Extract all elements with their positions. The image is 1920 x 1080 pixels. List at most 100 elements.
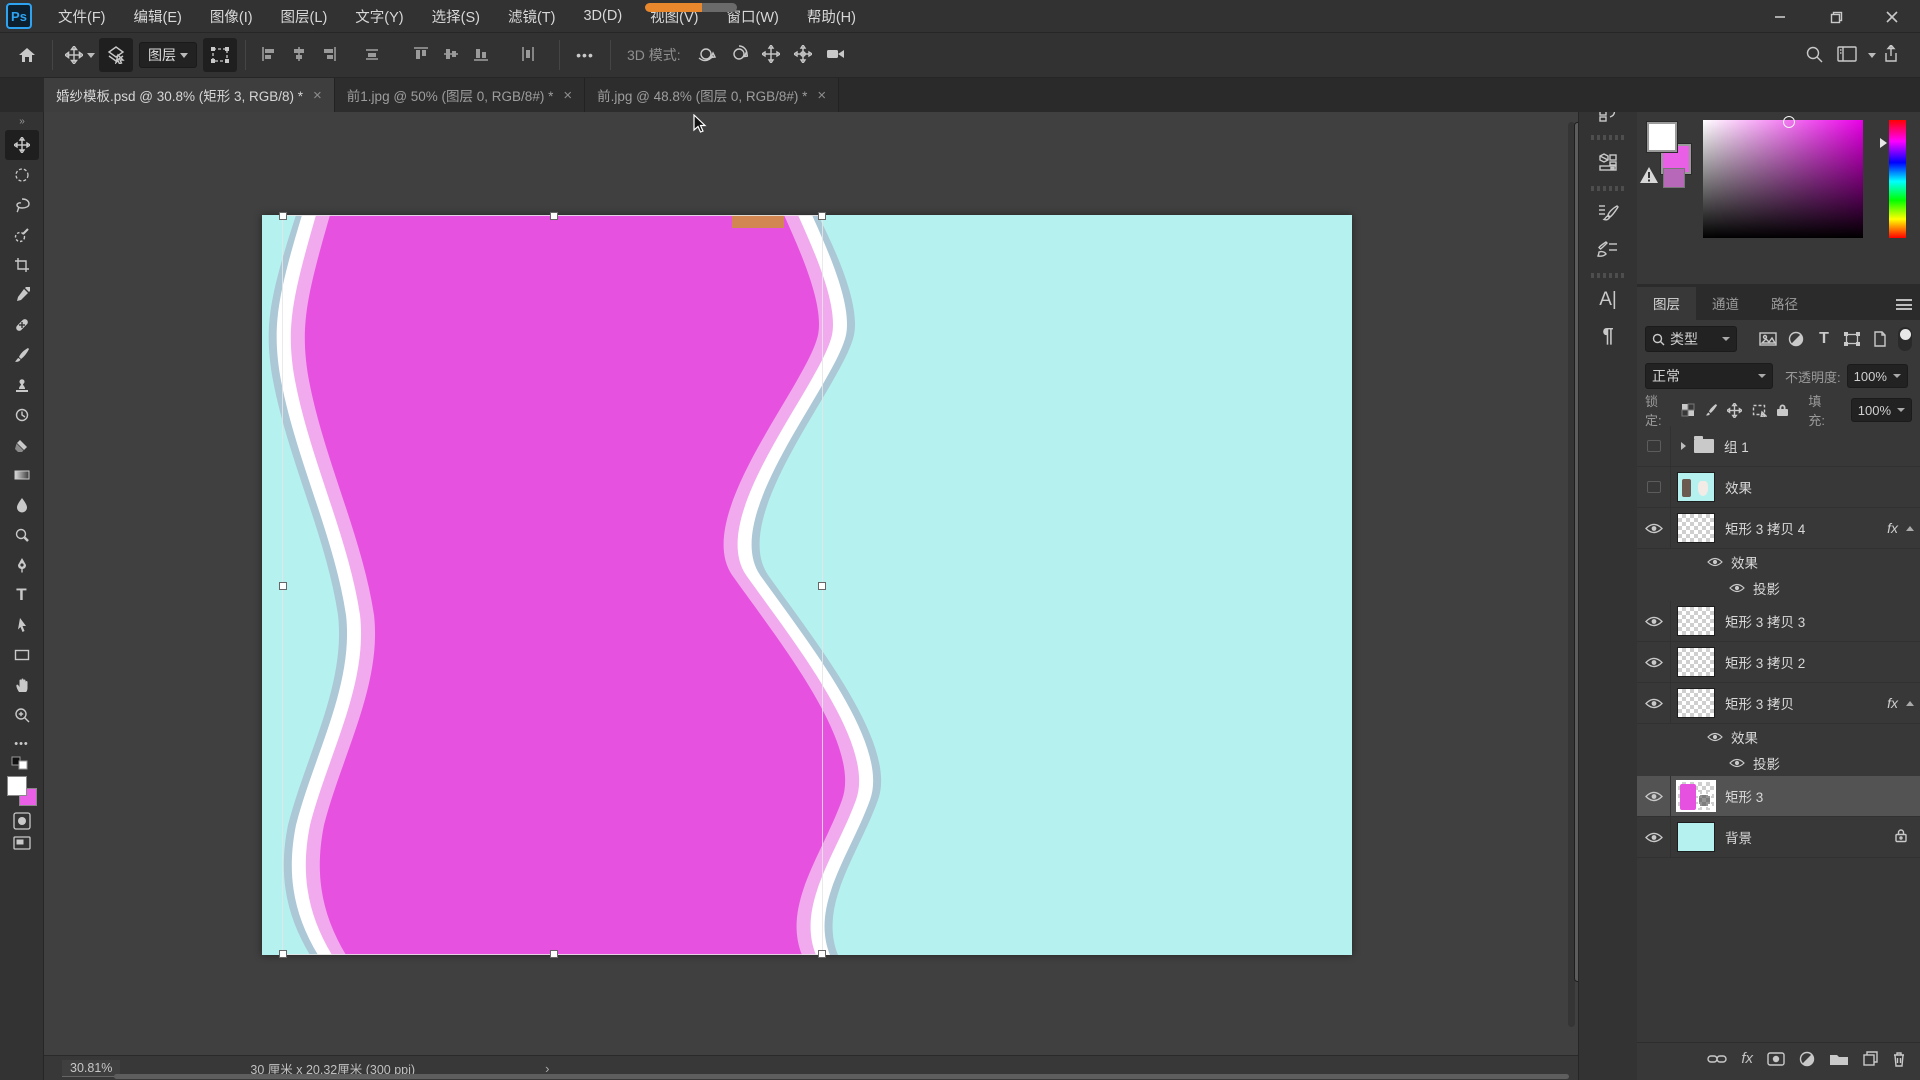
layer-thumbnail[interactable] [1677,472,1715,502]
transform-handle[interactable] [279,582,287,590]
saturation-brightness-field[interactable] [1703,120,1863,238]
properties-panel-icon[interactable] [1588,144,1628,180]
gamut-warning-icon[interactable] [1639,166,1659,184]
toolbar-collapse-icon[interactable]: » [0,112,43,130]
fill-field[interactable]: 100% [1851,398,1912,422]
new-layer-icon[interactable] [1863,1051,1878,1066]
fx-row-effects[interactable]: 效果 [1637,549,1920,575]
align-right-edges-icon[interactable] [321,46,337,65]
align-vertical-centers-icon[interactable] [443,46,459,65]
new-adjustment-layer-icon[interactable] [1799,1051,1815,1067]
layer-thumbnail[interactable] [1677,822,1715,852]
type-tool[interactable]: T [5,580,39,610]
layer-row-rect3-copy3[interactable]: 矩形 3 拷贝 3 [1637,601,1920,642]
distribute-vertical-icon[interactable] [520,46,536,65]
menu-edit[interactable]: 编辑(E) [120,0,196,32]
layer-thumbnail[interactable] [1677,688,1715,718]
menu-select[interactable]: 选择(S) [418,0,494,32]
transform-handle[interactable] [818,582,826,590]
align-left-edges-icon[interactable] [261,46,277,65]
transform-handle[interactable] [279,950,287,958]
default-swatches-icon[interactable] [11,756,33,770]
foreground-color-swatch[interactable] [1647,122,1677,152]
transform-handle[interactable] [550,212,558,220]
lock-position-icon[interactable] [1727,403,1742,418]
panel-grip[interactable] [1591,186,1625,191]
workspace-switcher-icon[interactable] [1837,46,1857,65]
menu-type[interactable]: 文字(Y) [341,0,417,32]
3d-pan-icon[interactable] [762,45,780,66]
blur-tool[interactable] [5,490,39,520]
eyedropper-tool[interactable] [5,280,39,310]
tab-close-icon[interactable]: × [817,87,826,104]
home-icon[interactable] [10,38,44,72]
character-panel-icon[interactable]: A| [1588,282,1628,318]
fx-row-dropshadow[interactable]: 投影 [1637,750,1920,776]
visibility-toggle[interactable] [1637,683,1671,723]
paragraph-panel-icon[interactable]: ¶ [1588,318,1628,354]
layer-row-rect3-selected[interactable]: 矩形 3 [1637,776,1920,817]
close-button[interactable] [1864,0,1920,34]
more-options-icon[interactable]: ••• [568,38,602,72]
elliptical-marquee-tool[interactable] [5,160,39,190]
fx-row-effects[interactable]: 效果 [1637,724,1920,750]
vertical-scrollbar[interactable] [1568,122,1575,1027]
hue-slider[interactable] [1889,120,1906,238]
transform-handle[interactable] [279,212,287,220]
gamut-warning-swatch[interactable] [1663,168,1685,188]
eraser-tool[interactable] [5,430,39,460]
fx-badge[interactable]: fx [1887,520,1898,536]
canvas-workspace[interactable] [44,112,1578,1055]
align-horizontal-centers-icon[interactable] [291,46,307,65]
tab-channels[interactable]: 通道 [1696,287,1755,320]
foreground-background-swatches[interactable] [7,776,37,806]
layer-thumbnail[interactable] [1677,647,1715,677]
foreground-color-swatch[interactable] [7,776,27,796]
filter-smart-objects-icon[interactable] [1868,327,1892,351]
lock-transparency-icon[interactable] [1681,403,1695,417]
document-canvas[interactable] [262,215,1352,955]
lock-pixels-icon[interactable] [1704,403,1718,417]
filter-pixel-layers-icon[interactable] [1756,327,1780,351]
visibility-toggle[interactable] [1637,467,1671,507]
menu-file[interactable]: 文件(F) [44,0,120,32]
auto-select-target-dropdown[interactable]: 图层 [139,42,197,68]
filter-adjustment-layers-icon[interactable] [1784,327,1808,351]
crop-tool[interactable] [5,250,39,280]
layer-row-xiaoguo-image[interactable]: 效果 [1637,467,1920,508]
lasso-tool[interactable] [5,190,39,220]
3d-camera-icon[interactable] [826,47,846,64]
fx-badge[interactable]: fx [1887,695,1898,711]
path-selection-tool[interactable] [5,610,39,640]
visibility-toggle[interactable] [1637,508,1671,548]
zoom-level-field[interactable]: 30.81% [62,1060,120,1077]
zoom-tool[interactable] [5,700,39,730]
auto-select-toggle-icon[interactable] [99,38,133,72]
rectangle-tool[interactable] [5,640,39,670]
visibility-toggle[interactable] [1637,426,1671,466]
menu-filter[interactable]: 滤镜(T) [494,0,570,32]
show-transform-controls-icon[interactable] [203,38,237,72]
transform-handle[interactable] [818,212,826,220]
history-brush-tool[interactable] [5,400,39,430]
document-tab[interactable]: 前1.jpg @ 50% (图层 0, RGB/8#) * × [335,78,585,112]
gradient-tool[interactable] [5,460,39,490]
hue-slider-marker[interactable] [1880,138,1887,148]
layer-thumbnail[interactable] [1677,513,1715,543]
filter-shape-layers-icon[interactable] [1840,327,1864,351]
align-bottom-edges-icon[interactable] [473,46,489,65]
collapse-fx-icon[interactable] [1906,526,1914,531]
document-tab[interactable]: 婚纱模板.psd @ 30.8% (矩形 3, RGB/8) * × [44,78,335,112]
align-top-edges-icon[interactable] [413,46,429,65]
tab-paths[interactable]: 路径 [1755,287,1814,320]
blend-mode-dropdown[interactable]: 正常 [1645,363,1773,389]
filter-type-layers-icon[interactable]: T [1812,327,1836,351]
group-expand-icon[interactable] [1681,442,1686,450]
pen-tool[interactable] [5,550,39,580]
distribute-horizontal-icon[interactable] [364,46,380,65]
tab-close-icon[interactable]: × [563,87,572,104]
filter-toggle-switch[interactable] [1898,327,1912,351]
layer-filter-type-dropdown[interactable]: 类型 [1645,326,1737,352]
3d-orbit-icon[interactable] [696,45,716,66]
lock-all-icon[interactable] [1776,403,1789,417]
